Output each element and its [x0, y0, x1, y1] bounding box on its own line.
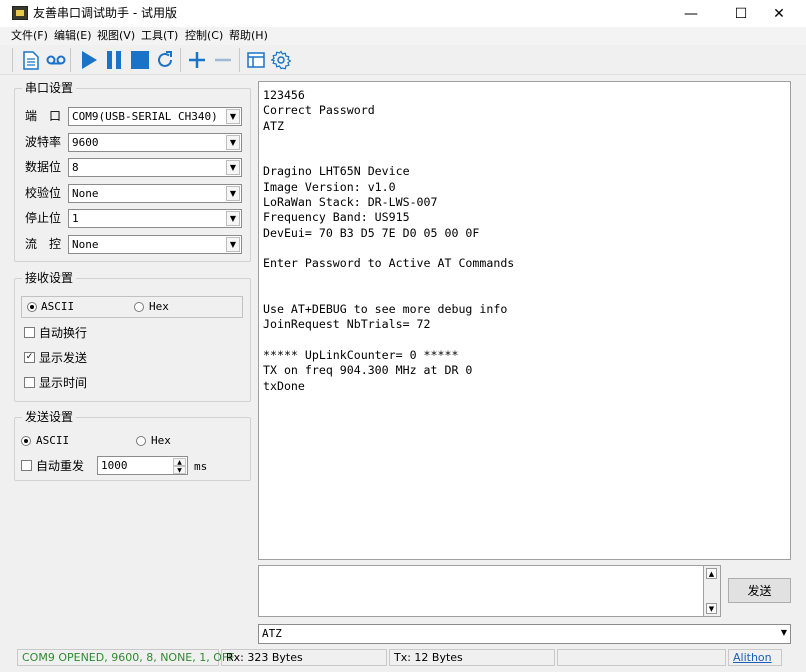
toolbar-separator [239, 48, 240, 72]
databits-value: 8 [72, 161, 79, 174]
flowcontrol-value: None [72, 238, 99, 251]
receive-ascii-label[interactable]: ASCII [41, 300, 74, 314]
stopbits-value: 1 [72, 212, 79, 225]
receive-hex-radio[interactable] [134, 302, 144, 312]
stepper-up-icon[interactable]: ▲ [173, 458, 186, 466]
parity-label: 校验位 [25, 186, 62, 200]
receive-ascii-radio[interactable] [27, 302, 37, 312]
receive-settings-title: 接收设置 [22, 271, 77, 285]
chevron-down-icon[interactable]: ▼ [781, 628, 787, 637]
stepper-down-icon[interactable]: ▼ [173, 466, 186, 474]
close-button[interactable]: ✕ [756, 0, 802, 27]
serial-settings-title: 串口设置 [22, 81, 77, 95]
pause-icon[interactable] [103, 49, 125, 71]
terminal-text: 123456 Correct Password ATZ Dragino LHT6… [263, 88, 515, 393]
send-hex-radio[interactable] [136, 436, 146, 446]
menu-view[interactable]: 视图(V) [97, 28, 135, 43]
flowcontrol-label: 流 控 [25, 237, 62, 251]
stopbits-select[interactable]: 1 ▼ [68, 209, 242, 228]
menu-edit[interactable]: 编辑(E) [54, 28, 92, 43]
chevron-down-icon[interactable]: ▼ [226, 109, 240, 124]
menu-control[interactable]: 控制(C) [185, 28, 223, 43]
port-select[interactable]: COM9(USB-SERIAL CH340) ▼ [68, 107, 242, 126]
chevron-down-icon[interactable]: ▼ [226, 237, 240, 252]
auto-resend-checkbox[interactable] [21, 460, 32, 471]
auto-newline-label[interactable]: 自动换行 [39, 326, 87, 340]
baud-label: 波特率 [25, 135, 62, 149]
toolbar-separator [180, 48, 181, 72]
flowcontrol-select[interactable]: None ▼ [68, 235, 242, 254]
terminal-scrollbar[interactable] [791, 81, 801, 560]
chevron-down-icon[interactable]: ▼ [226, 135, 240, 150]
send-ascii-radio[interactable] [21, 436, 31, 446]
show-sent-label[interactable]: 显示发送 [39, 351, 87, 365]
remove-icon[interactable] [212, 49, 234, 71]
status-port: COM9 OPENED, 9600, 8, NONE, 1, OFF [17, 649, 235, 666]
send-button[interactable]: 发送 [728, 578, 791, 603]
show-time-label[interactable]: 显示时间 [39, 376, 87, 390]
document-icon[interactable] [20, 49, 42, 71]
stopbits-label: 停止位 [25, 211, 62, 225]
show-sent-checkbox[interactable]: ✓ [24, 352, 35, 363]
toolbar-separator [12, 48, 13, 72]
baud-select[interactable]: 9600 ▼ [68, 133, 242, 152]
parity-value: None [72, 187, 99, 200]
window-icon[interactable] [245, 49, 267, 71]
auto-resend-label[interactable]: 自动重发 [36, 459, 84, 473]
menu-tools[interactable]: 工具(T) [141, 28, 178, 43]
app-icon [12, 6, 28, 20]
toolbar-separator [70, 48, 71, 72]
scroll-up-icon[interactable]: ▲ [706, 568, 717, 579]
chevron-down-icon[interactable]: ▼ [226, 160, 240, 175]
databits-select[interactable]: 8 ▼ [68, 158, 242, 177]
port-value: COM9(USB-SERIAL CH340) [72, 110, 218, 123]
stop-icon[interactable] [129, 49, 151, 71]
send-history-select[interactable]: ATZ ▼ [258, 624, 791, 644]
send-input[interactable] [258, 565, 704, 617]
gear-icon[interactable] [270, 49, 292, 71]
resend-unit: ms [194, 460, 208, 473]
brand-link[interactable]: Alithon [728, 649, 782, 666]
add-icon[interactable] [186, 49, 208, 71]
receive-terminal[interactable]: 123456 Correct Password ATZ Dragino LHT6… [258, 81, 791, 560]
play-icon[interactable] [78, 49, 100, 71]
send-scrollbar[interactable]: ▲ ▼ [704, 565, 721, 617]
baud-value: 9600 [72, 136, 99, 149]
send-ascii-label[interactable]: ASCII [36, 434, 69, 448]
resend-interval-stepper[interactable]: 1000 ▲ ▼ [97, 456, 188, 475]
chevron-down-icon[interactable]: ▼ [226, 186, 240, 201]
window-title: 友善串口调试助手 - 试用版 [33, 6, 177, 20]
parity-select[interactable]: None ▼ [68, 184, 242, 203]
databits-label: 数据位 [25, 160, 62, 174]
resend-interval-value[interactable]: 1000 [101, 459, 128, 473]
menu-file[interactable]: 文件(F) [11, 28, 48, 43]
refresh-icon[interactable] [154, 49, 176, 71]
minimize-button[interactable]: — [668, 0, 714, 27]
receive-hex-label[interactable]: Hex [149, 300, 169, 314]
scroll-down-icon[interactable]: ▼ [706, 603, 717, 614]
auto-newline-checkbox[interactable] [24, 327, 35, 338]
port-label: 端 口 [25, 109, 62, 123]
status-rx: Rx: 323 Bytes [221, 649, 387, 666]
status-empty [557, 649, 726, 666]
menu-help[interactable]: 帮助(H) [229, 28, 268, 43]
show-time-checkbox[interactable] [24, 377, 35, 388]
chevron-down-icon[interactable]: ▼ [226, 211, 240, 226]
recording-icon[interactable] [45, 49, 67, 71]
send-settings-title: 发送设置 [22, 410, 77, 424]
send-hex-label[interactable]: Hex [151, 434, 171, 448]
send-history-value: ATZ [262, 627, 282, 640]
status-tx: Tx: 12 Bytes [389, 649, 555, 666]
